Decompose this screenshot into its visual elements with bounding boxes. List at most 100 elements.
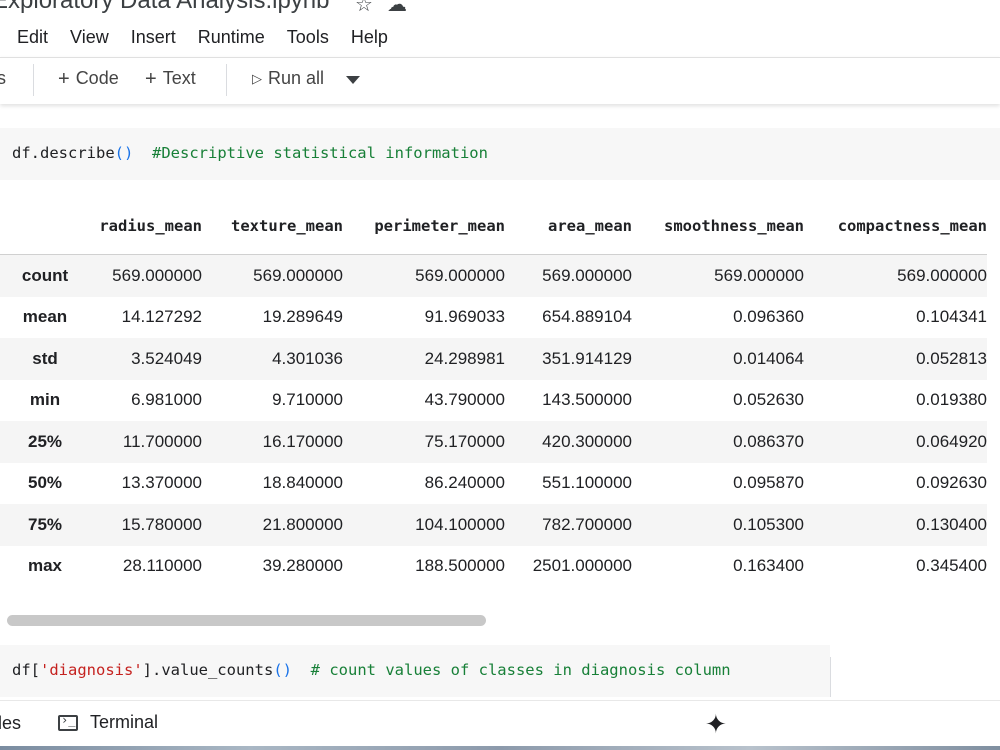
bottom-bar: les Terminal ✦ [0,700,1000,747]
table-cell: 782.700000 [542,514,632,534]
menu-edit[interactable]: Edit [17,24,48,50]
table-cell: 13.370000 [121,473,202,493]
toolbar-divider [33,64,34,96]
chevron-down-icon[interactable] [346,76,360,84]
table-row: min 6.981000 9.710000 43.790000 143.5000… [0,380,987,422]
table-cell: 188.500000 [415,556,505,576]
column-header: smoothness_mean [632,198,804,255]
toolbar: s + Code + Text ▷ Run all [0,57,1000,104]
table-cell: 86.240000 [424,473,505,493]
table-cell: 569.000000 [542,265,632,285]
table-cell: 3.524049 [131,348,202,368]
table-cell: 0.052813 [916,348,987,368]
table-cell: 0.345400 [916,556,987,576]
menu-tools[interactable]: Tools [287,24,329,50]
table-cell: 0.014064 [733,348,804,368]
menu-view[interactable]: View [70,24,109,50]
table-cell: 16.170000 [262,431,343,451]
row-label: min [29,390,61,410]
code-cell-value-counts[interactable]: df['diagnosis'].value_counts() # count v… [0,645,830,697]
notebook-title[interactable]: Exploratory Data Analysis.ipynb [0,0,330,15]
plus-icon: + [58,67,70,90]
plus-icon: + [145,67,157,90]
table-cell: 9.710000 [272,390,343,410]
column-header: area_mean [505,198,632,255]
table-cell: 551.100000 [542,473,632,493]
run-all-button[interactable]: ▷ Run all [252,68,324,89]
column-header: perimeter_mean [343,198,505,255]
column-header: radius_mean [90,198,202,255]
table-cell: 569.000000 [714,265,804,285]
horizontal-scrollbar[interactable] [7,615,486,626]
table-cell: 0.019380 [916,390,987,410]
table-cell: 4.301036 [272,348,343,368]
table-cell: 2501.000000 [532,556,632,576]
index-header [0,198,90,255]
table-cell: 143.500000 [542,390,632,410]
describe-output-table: radius_mean texture_mean perimeter_mean … [0,198,987,587]
play-icon: ▷ [252,70,262,86]
table-cell: 654.889104 [542,307,632,327]
add-text-label: Text [162,68,196,88]
column-header: compactness_mean [804,198,987,255]
title-bar: Exploratory Data Analysis.ipynb ☆ ☁ [0,0,1000,22]
files-tab-fragment[interactable]: les [0,713,21,734]
cell-divider [830,657,831,697]
table-cell: 0.095870 [733,473,804,493]
toolbar-divider [226,64,227,96]
code-text[interactable]: df.describe() #Descriptive statistical i… [12,144,488,162]
row-label: mean [22,307,68,327]
table-cell: 39.280000 [262,556,343,576]
column-header: texture_mean [202,198,343,255]
desktop-background-strip [0,746,1000,750]
table-cell: 21.800000 [262,514,343,534]
table-cell: 0.086370 [733,431,804,451]
table-cell: 6.981000 [131,390,202,410]
row-label: 50% [27,473,63,493]
add-code-button[interactable]: + Code [58,68,119,89]
table-cell: 569.000000 [253,265,343,285]
table-cell: 0.052630 [733,390,804,410]
table-cell: 11.700000 [122,431,202,451]
code-text[interactable]: df['diagnosis'].value_counts() # count v… [12,661,731,679]
menu-runtime[interactable]: Runtime [198,24,265,50]
table-cell: 15.780000 [121,514,202,534]
table-row: 75% 15.780000 21.800000 104.100000 782.7… [0,504,987,546]
toolbar-fragment[interactable]: s [0,68,6,89]
table-cell: 91.969033 [424,307,505,327]
table-row: max 28.110000 39.280000 188.500000 2501.… [0,546,987,588]
table-cell: 24.298981 [424,348,505,368]
row-label: 25% [27,431,63,451]
row-label: std [32,348,58,368]
table-cell: 0.130400 [916,514,987,534]
terminal-label: Terminal [90,712,159,732]
table-cell: 0.064920 [916,431,987,451]
table-cell: 420.300000 [542,431,632,451]
table-row: 25% 11.700000 16.170000 75.170000 420.30… [0,421,987,463]
table-cell: 0.104341 [916,307,987,327]
table-cell: 28.110000 [122,556,202,576]
table-row: std 3.524049 4.301036 24.298981 351.9141… [0,338,987,380]
table-row: 50% 13.370000 18.840000 86.240000 551.10… [0,463,987,505]
table-cell: 0.092630 [916,473,987,493]
table-cell: 569.000000 [897,265,987,285]
table-cell: 0.105300 [733,514,804,534]
add-text-button[interactable]: + Text [145,68,196,89]
menu-help[interactable]: Help [351,24,388,50]
cloud-icon[interactable]: ☁ [387,0,407,17]
terminal-button[interactable]: Terminal [58,712,158,733]
table-cell: 75.170000 [424,431,505,451]
code-cell-describe[interactable]: df.describe() #Descriptive statistical i… [0,128,1000,180]
table-cell: 569.000000 [112,265,202,285]
star-icon[interactable]: ☆ [355,0,373,17]
sparkle-icon[interactable]: ✦ [705,709,727,740]
run-all-label: Run all [268,68,325,88]
table-cell: 104.100000 [415,514,505,534]
menu-insert[interactable]: Insert [131,24,176,50]
table-cell: 569.000000 [415,265,505,285]
terminal-icon [58,713,78,731]
table-row: mean 14.127292 19.289649 91.969033 654.8… [0,297,987,339]
row-label: count [21,265,69,285]
table-cell: 14.127292 [121,307,202,327]
table-cell: 18.840000 [262,473,343,493]
